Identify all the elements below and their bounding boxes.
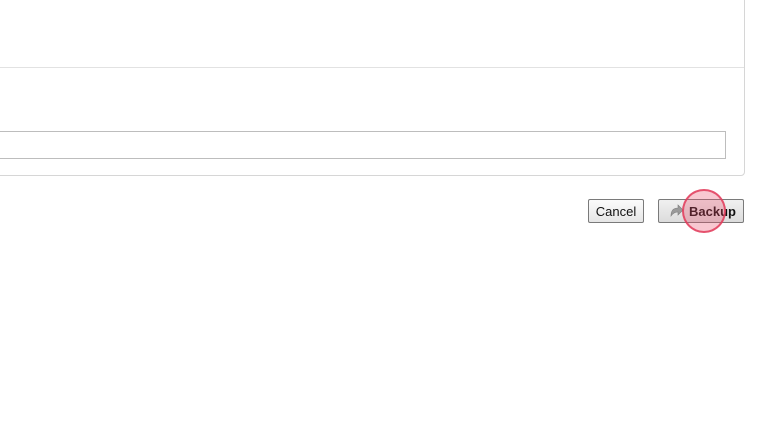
- backup-button-label: Backup: [689, 203, 736, 219]
- backup-button[interactable]: Backup: [658, 199, 744, 223]
- cancel-button[interactable]: Cancel: [588, 199, 644, 223]
- text-field[interactable]: [0, 131, 726, 159]
- settings-panel: [0, 0, 745, 176]
- redo-arrow-icon: [667, 203, 685, 219]
- section-divider: [0, 67, 744, 68]
